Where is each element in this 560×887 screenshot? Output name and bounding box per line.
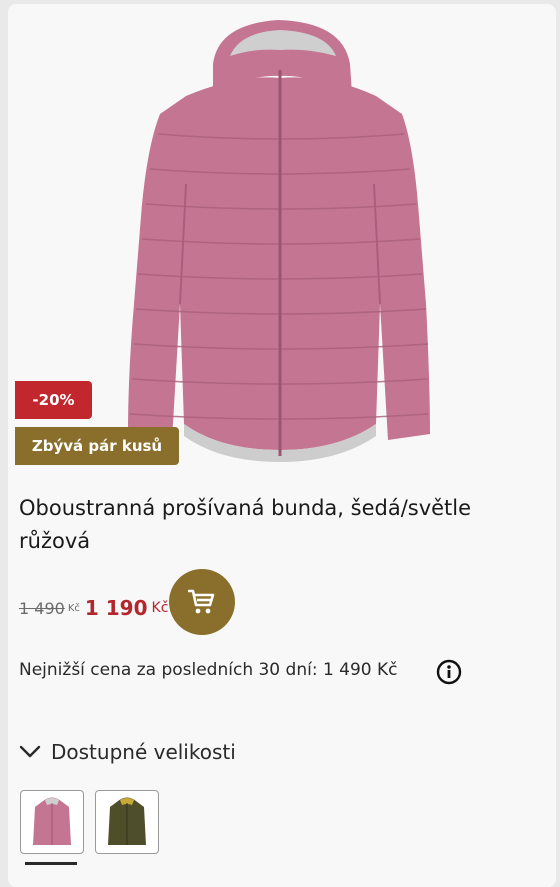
info-icon[interactable] [436, 659, 462, 685]
price-row: 1 490 Kč 1 190 Kč [19, 588, 168, 628]
stock-badge: Zbývá pár kusů [15, 427, 179, 465]
old-price-currency: Kč [67, 602, 80, 614]
lowest-price-note: Nejnižší cena za posledních 30 dní: 1 49… [19, 660, 398, 680]
old-price: 1 490 [19, 598, 65, 618]
swatch-olive-image [108, 797, 146, 845]
sizes-toggle[interactable]: Dostupné velikosti [19, 735, 236, 769]
new-price: 1 190 [84, 596, 148, 620]
shopping-cart-icon [188, 589, 215, 614]
chevron-down-icon [19, 745, 41, 758]
new-price-currency: Kč [151, 600, 169, 616]
product-card[interactable]: -20% Zbývá pár kusů Oboustranná prošívan… [8, 4, 556, 887]
selected-swatch-indicator [25, 862, 77, 865]
swatch-pink-image [33, 797, 71, 845]
add-to-cart-button[interactable] [169, 569, 235, 635]
color-swatch-olive[interactable] [95, 790, 159, 854]
color-swatch-pink[interactable] [20, 790, 84, 854]
discount-badge: -20% [15, 381, 92, 419]
sizes-label: Dostupné velikosti [51, 740, 236, 764]
product-title[interactable]: Oboustranná prošívaná bunda, šedá/světle… [19, 492, 539, 558]
